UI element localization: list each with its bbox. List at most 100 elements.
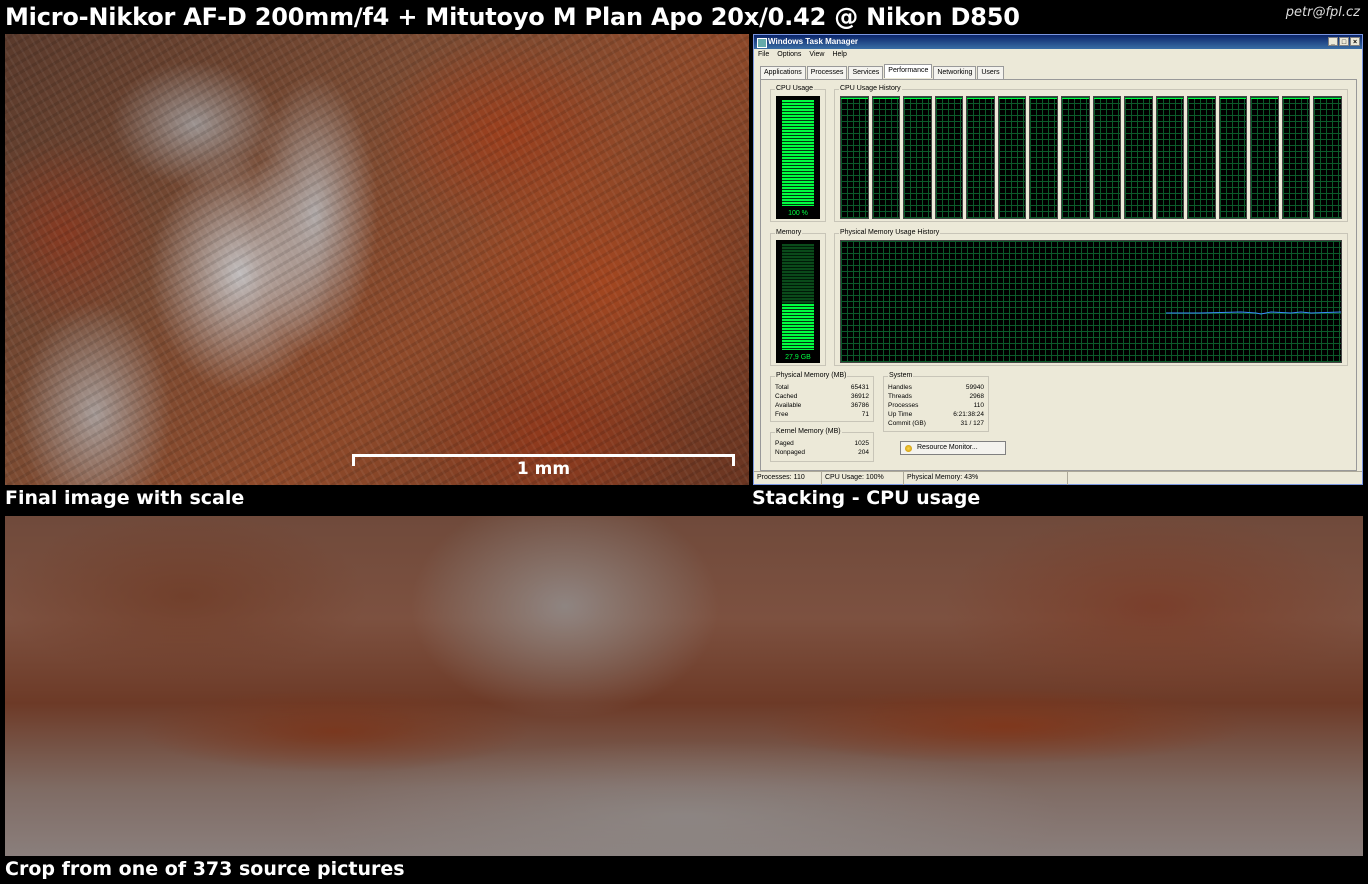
stat-value: 1025 — [854, 440, 869, 447]
task-manager-titlebar[interactable]: Windows Task Manager _ □ × — [754, 35, 1362, 49]
minimize-button[interactable]: _ — [1328, 37, 1338, 46]
system-label: System — [888, 372, 914, 379]
stacking-caption: Stacking - CPU usage — [752, 487, 981, 509]
performance-panel: CPU Usage 100 % CPU Usage History Memory… — [760, 79, 1357, 471]
stats-row: Processes 110 — [888, 401, 984, 410]
memory-meter: 27,9 GB — [776, 240, 820, 363]
cpu-core-usage-line — [935, 98, 963, 99]
stats-row: Commit (GB) 31 / 127 — [888, 419, 984, 428]
status-cpu-usage: CPU Usage: 100% — [822, 472, 904, 485]
menu-bar: File Options View Help — [758, 51, 847, 58]
cpu-core-usage-line — [1030, 98, 1057, 99]
resource-monitor-icon — [905, 445, 912, 452]
resource-monitor-label: Resource Monitor... — [917, 444, 978, 451]
cpu-history-group: CPU Usage History — [834, 85, 1348, 222]
cpu-core-graph — [966, 96, 995, 219]
tab-services[interactable]: Services — [848, 66, 884, 80]
stats-row: Free 71 — [775, 410, 869, 419]
status-empty — [1068, 472, 1362, 485]
stat-name: Threads — [888, 393, 912, 400]
cpu-core-graph — [871, 96, 901, 219]
menu-view[interactable]: View — [809, 51, 824, 58]
menu-help[interactable]: Help — [832, 51, 846, 58]
cpu-usage-group: CPU Usage 100 % — [770, 85, 826, 222]
task-manager-title: Windows Task Manager — [768, 37, 859, 46]
cpu-core-graph — [997, 96, 1027, 219]
memory-meter-empty — [782, 244, 814, 304]
memory-history-group: Physical Memory Usage History — [834, 229, 1348, 366]
tab-applications[interactable]: Applications — [760, 66, 806, 80]
status-bar: Processes: 110 CPU Usage: 100% Physical … — [754, 471, 1362, 485]
image-texture — [5, 34, 749, 485]
resource-monitor-button[interactable]: Resource Monitor... — [900, 441, 1006, 455]
cpu-core-usage-line — [1125, 98, 1152, 99]
stats-row: Up Time 6:21:38:24 — [888, 410, 984, 419]
stats-row: Cached 36912 — [775, 392, 869, 401]
maximize-button[interactable]: □ — [1339, 37, 1349, 46]
cpu-core-usage-line — [967, 98, 994, 99]
menu-options[interactable]: Options — [777, 51, 801, 58]
cpu-core-usage-line — [1093, 98, 1121, 99]
tab-users[interactable]: Users — [977, 66, 1004, 80]
stat-value: 71 — [861, 411, 869, 418]
stat-value: 2968 — [969, 393, 984, 400]
physical-memory-group: Physical Memory (MB) Total 65431 Cached 36… — [770, 372, 874, 422]
tab-networking[interactable]: Networking — [933, 66, 977, 80]
stat-name: Total — [775, 384, 789, 391]
stats-row: Total 65431 — [775, 383, 869, 392]
stat-name: Free — [775, 411, 789, 418]
cpu-core-graph — [1218, 96, 1248, 219]
tab-processes[interactable]: Processes — [806, 66, 848, 80]
cpu-core-usage-line — [1156, 98, 1184, 99]
stat-value: 204 — [858, 449, 869, 456]
cpu-core-usage-line — [1061, 98, 1089, 99]
cpu-core-usage-line — [872, 98, 900, 99]
kernel-memory-label: Kernel Memory (MB) — [775, 428, 842, 435]
author-credit: petr@fpl.cz — [1285, 5, 1360, 20]
cpu-core-graph — [1092, 96, 1122, 219]
cpu-core-graph — [840, 96, 869, 219]
stat-value: 110 — [973, 402, 984, 409]
cpu-core-graph — [903, 96, 932, 219]
cpu-core-usage-line — [841, 98, 868, 99]
stat-value: 6:21:38:24 — [953, 411, 984, 418]
cpu-core-graph — [1187, 96, 1216, 219]
final-image-caption: Final image with scale — [5, 487, 245, 509]
status-processes: Processes: 110 — [754, 472, 822, 485]
memory-history-line — [1166, 311, 1341, 315]
cpu-core-usage-line — [1188, 98, 1215, 99]
tab-strip: Applications Processes Services Performa… — [760, 64, 1005, 80]
stat-name: Cached — [775, 393, 798, 400]
cpu-core-usage-line — [1282, 98, 1310, 99]
cpu-core-usage-line — [998, 98, 1026, 99]
kernel-memory-group: Kernel Memory (MB) Paged 1025 Nonpaged 204 — [770, 428, 874, 462]
cpu-core-graph — [1124, 96, 1153, 219]
stat-name: Commit (GB) — [888, 420, 926, 427]
stat-name: Nonpaged — [775, 449, 805, 456]
scale-bar-label: 1 mm — [516, 459, 571, 479]
cpu-core-graph — [1281, 96, 1311, 219]
stat-name: Handles — [888, 384, 912, 391]
cpu-meter-fill — [782, 100, 814, 206]
memory-value: 27,9 GB — [785, 354, 811, 361]
cpu-core-graph — [934, 96, 964, 219]
stats-row: Available 36786 — [775, 401, 869, 410]
stat-value: 36786 — [850, 402, 869, 409]
cpu-core-usage-line — [1251, 98, 1278, 99]
task-manager-window: Windows Task Manager _ □ × File Options … — [753, 34, 1363, 485]
source-picture-crop — [5, 516, 1363, 856]
stat-name: Up Time — [888, 411, 913, 418]
memory-history-graph — [840, 240, 1342, 363]
stat-value: 36912 — [850, 393, 869, 400]
cpu-core-usage-line — [1219, 98, 1247, 99]
stats-row: Handles 59940 — [888, 383, 984, 392]
stat-value: 65431 — [850, 384, 869, 391]
menu-file[interactable]: File — [758, 51, 769, 58]
stat-value: 59940 — [965, 384, 984, 391]
stat-name: Processes — [888, 402, 919, 409]
close-button[interactable]: × — [1350, 37, 1360, 46]
tab-performance[interactable]: Performance — [884, 64, 933, 78]
cpu-core-graph — [1313, 96, 1342, 219]
task-manager-app-icon — [757, 38, 767, 48]
stats-row: Paged 1025 — [775, 439, 869, 448]
